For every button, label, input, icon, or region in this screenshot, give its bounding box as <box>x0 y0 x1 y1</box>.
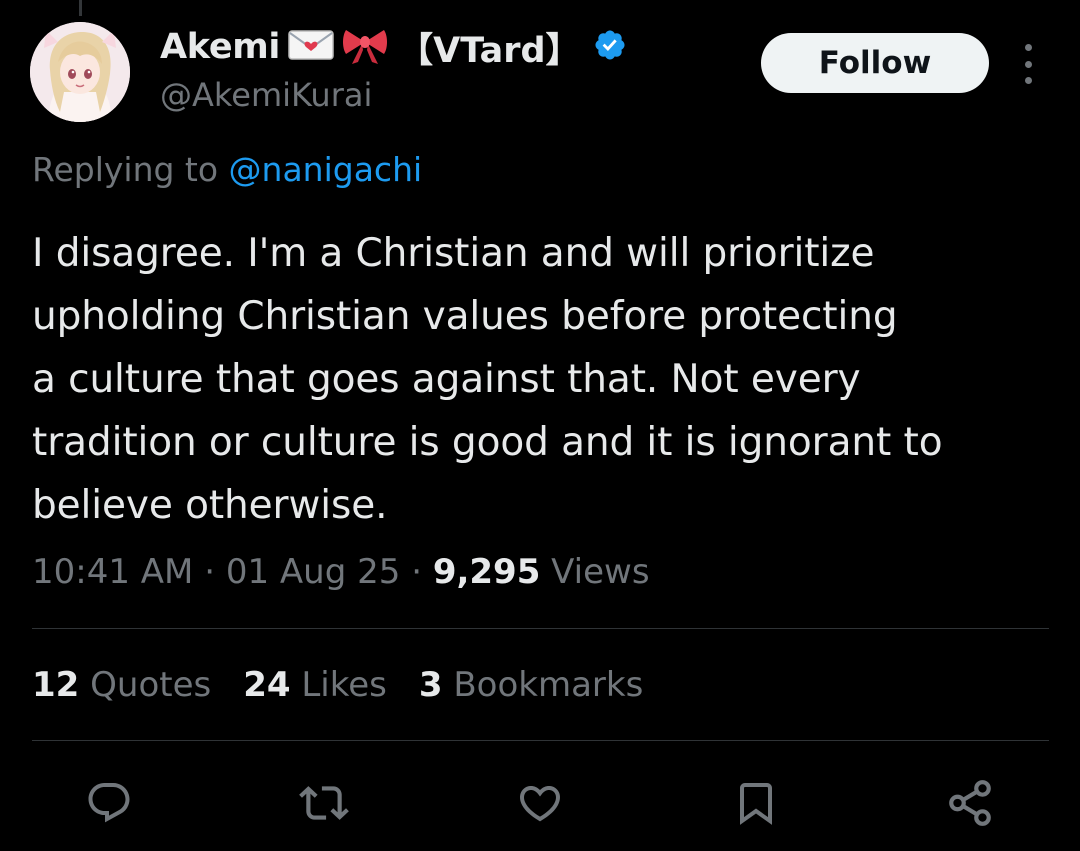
tweet-text: I disagree. I'm a Christian and will pri… <box>32 222 1057 537</box>
follow-button[interactable]: Follow <box>761 33 989 93</box>
tweet-text-line: a culture that goes against that. Not ev… <box>32 357 861 402</box>
display-name[interactable]: Akemi <box>160 27 280 67</box>
avatar-anime-girl-icon <box>30 22 130 122</box>
bookmarks-count: 3 <box>418 665 443 705</box>
quotes-stat[interactable]: 12 Quotes <box>32 665 211 705</box>
views-count: 9,295 <box>432 552 541 592</box>
tweet-time[interactable]: 10:41 AM <box>32 552 193 592</box>
meta-separator: · <box>204 552 216 592</box>
bookmarks-stat[interactable]: 3 Bookmarks <box>419 665 643 705</box>
retweet-icon[interactable] <box>299 778 349 828</box>
bookmark-icon[interactable] <box>731 778 781 828</box>
meta-separator: · <box>411 552 422 592</box>
quotes-label: Quotes <box>90 665 212 705</box>
tweet-text-line: believe otherwise. <box>32 483 388 528</box>
verified-badge-icon[interactable] <box>593 28 627 66</box>
views-label: Views <box>551 552 650 592</box>
display-name-tag: 【VTard】 <box>398 30 581 71</box>
ribbon-emoji-icon <box>342 26 388 68</box>
divider <box>32 628 1049 629</box>
quotes-count: 12 <box>32 665 80 705</box>
replying-to-mention-link[interactable]: @nanigachi <box>229 150 423 189</box>
tweet-text-line: I disagree. I'm a Christian and will pri… <box>32 231 875 276</box>
likes-label: Likes <box>301 665 387 705</box>
tweet-text-line: upholding Christian values before protec… <box>32 294 898 339</box>
share-icon[interactable] <box>945 778 995 828</box>
tweet-meta: 10:41 AM · 01 Aug 25 · 9,295 Views <box>32 552 650 592</box>
thread-connector-line <box>79 0 82 16</box>
tweet-text-line: tradition or culture is good and it is i… <box>32 420 943 465</box>
reply-icon[interactable] <box>84 778 134 828</box>
tweet-date[interactable]: 01 Aug 25 <box>226 552 401 592</box>
replying-to: Replying to @nanigachi <box>32 150 422 189</box>
user-handle[interactable]: @AkemiKurai <box>160 76 372 114</box>
divider <box>32 740 1049 741</box>
love-letter-emoji-icon <box>288 29 334 65</box>
likes-stat[interactable]: 24 Likes <box>243 665 387 705</box>
engagement-stats: 12 Quotes 24 Likes 3 Bookmarks <box>32 665 643 705</box>
more-vertical-icon[interactable] <box>1016 44 1040 84</box>
likes-count: 24 <box>243 665 291 705</box>
avatar[interactable] <box>30 22 130 122</box>
bookmarks-label: Bookmarks <box>453 665 644 705</box>
like-icon[interactable] <box>515 778 565 828</box>
display-name-row: Akemi 【VTard】 <box>160 24 627 71</box>
replying-to-label: Replying to <box>32 150 219 189</box>
